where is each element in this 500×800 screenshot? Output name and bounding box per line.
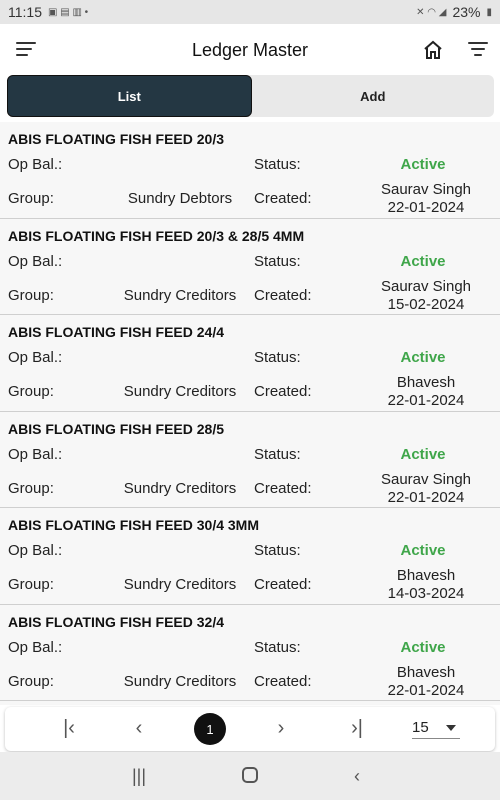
group-label: Group: [8,383,54,400]
group-label: Group: [8,479,54,497]
tab-list[interactable]: List [7,75,252,117]
battery-icon: ▮ [486,6,492,18]
system-nav-bar: ||| ‹ [0,752,500,800]
menu-icon[interactable] [16,42,36,58]
ledger-name: ABIS FLOATING FISH FEED 32/4 [8,613,224,630]
group-label: Group: [8,190,54,207]
status-badge: Active [400,349,446,366]
status-badge: Active [400,445,446,463]
op-bal-label: Op Bal.: [8,252,63,270]
ledger-card[interactable]: ABIS FLOATING FISH FEED 20/3 Op Bal.: Stat… [0,122,500,219]
group-value: Sundry Creditors [123,479,237,497]
battery-percent: 23% [452,4,481,20]
system-status-bar: 11:15 ▣ ▤ ▥ • ✕ ◠ ◢ 23% ▮ [0,0,500,24]
group-label: Group: [8,286,54,304]
created-by: Bhavesh [396,374,456,391]
status-label: Status: [254,156,301,173]
created-date: 22-01-2024 [387,488,465,506]
group-label: Group: [8,672,54,690]
ledger-card[interactable]: ABIS FLOATING FISH FEED 30/4 3MM Op Bal.:… [0,508,500,605]
ledger-name: ABIS FLOATING FISH FEED 20/3 [8,131,224,147]
created-date: 14-03-2024 [387,585,465,602]
group-value: Sundry Debtors [127,190,233,207]
status-time: 11:15 [8,4,42,20]
status-badge: Active [400,638,446,656]
created-label: Created: [254,479,312,497]
status-label: Status: [254,252,301,270]
group-value: Sundry Creditors [123,672,237,690]
ledger-name: ABIS FLOATING FISH FEED 24/4 [8,324,224,340]
status-label: Status: [254,349,301,366]
prev-page-icon[interactable]: ‹ [127,717,151,740]
op-bal-label: Op Bal.: [8,445,63,463]
first-page-icon[interactable]: |‹ [57,717,81,740]
ledger-list: ABIS FLOATING FISH FEED 20/3 Op Bal.: Stat… [0,122,500,705]
page-size-value: 15 [412,719,429,736]
back-icon[interactable]: ‹ [354,766,360,787]
group-label: Group: [8,576,54,593]
created-label: Created: [254,672,312,690]
status-badge: Active [400,542,446,559]
created-by: Bhavesh [396,567,456,584]
created-by: Saurav Singh [380,277,472,295]
created-label: Created: [254,383,312,400]
filter-icon[interactable] [468,42,488,58]
ledger-card[interactable]: ABIS FLOATING FISH FEED 32/4 Op Bal.: Stat… [0,604,500,701]
app-header: Ledger Master [0,24,500,76]
recent-apps-icon[interactable]: ||| [132,766,146,787]
created-by: Saurav Singh [380,470,472,488]
op-bal-label: Op Bal.: [8,638,63,656]
created-date: 22-01-2024 [387,199,465,216]
created-date: 15-02-2024 [387,295,465,313]
notification-icons: ▣ ▤ ▥ • [48,6,89,18]
group-value: Sundry Creditors [123,576,237,593]
current-page-button[interactable]: 1 [194,713,226,745]
ledger-name: ABIS FLOATING FISH FEED 28/5 [8,420,224,437]
signal-icons: ✕ ◠ ◢ [416,6,447,18]
next-page-icon[interactable]: › [269,717,293,740]
view-switcher: List Add [7,75,494,117]
status-label: Status: [254,445,301,463]
last-page-icon[interactable]: ›| [345,717,369,740]
op-bal-label: Op Bal.: [8,156,63,173]
created-by: Bhavesh [396,663,456,681]
ledger-name: ABIS FLOATING FISH FEED 20/3 & 28/5 4MM [8,227,305,244]
status-label: Status: [254,542,301,559]
created-label: Created: [254,286,312,304]
ledger-card[interactable]: ABIS FLOATING FISH FEED 28/5 Op Bal.: Stat… [0,411,500,508]
page-title: Ledger Master [191,39,309,60]
status-badge: Active [400,252,446,270]
created-by: Saurav Singh [380,181,472,198]
created-label: Created: [254,576,312,593]
status-label: Status: [254,638,301,656]
chevron-down-icon [446,725,456,731]
status-badge: Active [400,156,446,173]
created-date: 22-01-2024 [387,392,465,409]
tab-add[interactable]: Add [252,75,495,117]
page-size-select[interactable]: 15 [412,719,460,739]
ledger-card[interactable]: ABIS FLOATING FISH FEED 24/4 Op Bal.: Stat… [0,315,500,412]
op-bal-label: Op Bal.: [8,349,63,366]
created-date: 22-01-2024 [387,681,465,699]
group-value: Sundry Creditors [123,286,237,304]
home-icon[interactable] [422,39,444,61]
home-nav-icon[interactable] [241,766,259,789]
pagination-bar: |‹ ‹ 1 › ›| 15 [5,707,495,751]
group-value: Sundry Creditors [123,383,237,400]
op-bal-label: Op Bal.: [8,542,63,559]
ledger-name: ABIS FLOATING FISH FEED 30/4 3MM [8,517,259,533]
ledger-card[interactable]: ABIS FLOATING FISH FEED 20/3 & 28/5 4MM O… [0,218,500,315]
created-label: Created: [254,190,312,207]
